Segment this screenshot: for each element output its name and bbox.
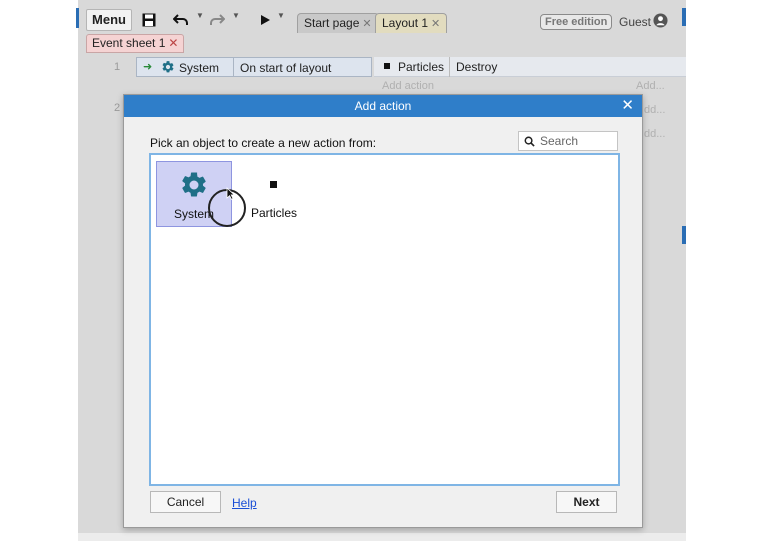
event-condition[interactable]: ➜ System On start of layout (136, 57, 372, 77)
add-link[interactable]: dd... (644, 128, 665, 140)
user-avatar-icon[interactable] (653, 13, 668, 31)
divider (233, 58, 234, 77)
action-object: Particles (398, 60, 445, 74)
tab-label: Layout 1 (382, 16, 429, 30)
event-number: 1 (114, 61, 121, 73)
search-field[interactable] (518, 131, 618, 151)
search-icon (524, 136, 535, 150)
add-action-dialog: Add action ✕ Pick an object to create a … (123, 94, 643, 528)
mouse-cursor-icon (226, 187, 236, 203)
dialog-title: Add action (354, 99, 412, 113)
page-margin (78, 533, 686, 541)
action-text: Destroy (456, 60, 498, 74)
undo-icon[interactable] (170, 10, 192, 30)
tab-layout-1[interactable]: Layout 1 ✕ (375, 13, 448, 33)
event-action[interactable]: Particles Destroy (374, 57, 686, 77)
condition-text: On start of layout (240, 61, 332, 75)
free-edition-badge[interactable]: Free edition (540, 14, 613, 30)
object-particles[interactable]: Particles (236, 161, 312, 227)
divider (449, 57, 450, 77)
dialog-prompt: Pick an object to create a new action fr… (150, 136, 377, 150)
event-number: 2 (114, 102, 121, 114)
object-label: Particles (250, 206, 297, 220)
page-margin (686, 0, 763, 541)
search-input[interactable] (538, 133, 614, 149)
help-link[interactable]: Help (232, 496, 257, 510)
trigger-arrow-icon: ➜ (143, 61, 153, 73)
condition-object: System (179, 61, 220, 75)
close-icon[interactable]: ✕ (621, 95, 634, 117)
window-edge-marker (682, 226, 686, 244)
main-toolbar: Menu ▼ ▼ ▼ Start page ✕ Layout 1 ✕ Free ed… (78, 4, 686, 34)
play-icon[interactable] (254, 10, 276, 30)
gear-icon (179, 170, 209, 203)
redo-dropdown-icon[interactable]: ▼ (232, 11, 240, 20)
close-tab-icon[interactable]: ✕ (431, 18, 440, 30)
play-dropdown-icon[interactable]: ▼ (277, 11, 285, 20)
tab-label: Start page (304, 16, 360, 30)
undo-dropdown-icon[interactable]: ▼ (196, 11, 204, 20)
close-tab-icon[interactable]: ✕ (168, 36, 178, 50)
cancel-button[interactable]: Cancel (150, 491, 221, 513)
add-action-link[interactable]: Add action (382, 80, 434, 92)
tab-start-page[interactable]: Start page ✕ (297, 13, 379, 33)
save-icon[interactable] (138, 10, 160, 30)
dialog-title-bar: Add action ✕ (124, 95, 642, 117)
user-name[interactable]: Guest (619, 15, 651, 29)
particles-icon (270, 181, 277, 188)
redo-icon[interactable] (206, 10, 228, 30)
tab-event-sheet-1[interactable]: Event sheet 1 ✕ (86, 34, 185, 53)
window-edge-marker (682, 8, 686, 26)
add-link[interactable]: dd... (644, 104, 665, 116)
add-link[interactable]: Add... (636, 80, 665, 92)
close-tab-icon[interactable]: ✕ (362, 18, 371, 30)
next-button[interactable]: Next (556, 491, 617, 513)
tab-label: Event sheet 1 (92, 36, 166, 50)
menu-button[interactable]: Menu (86, 9, 132, 31)
window-edge-marker (76, 8, 79, 28)
gear-icon (161, 60, 175, 77)
particles-icon (384, 63, 390, 69)
